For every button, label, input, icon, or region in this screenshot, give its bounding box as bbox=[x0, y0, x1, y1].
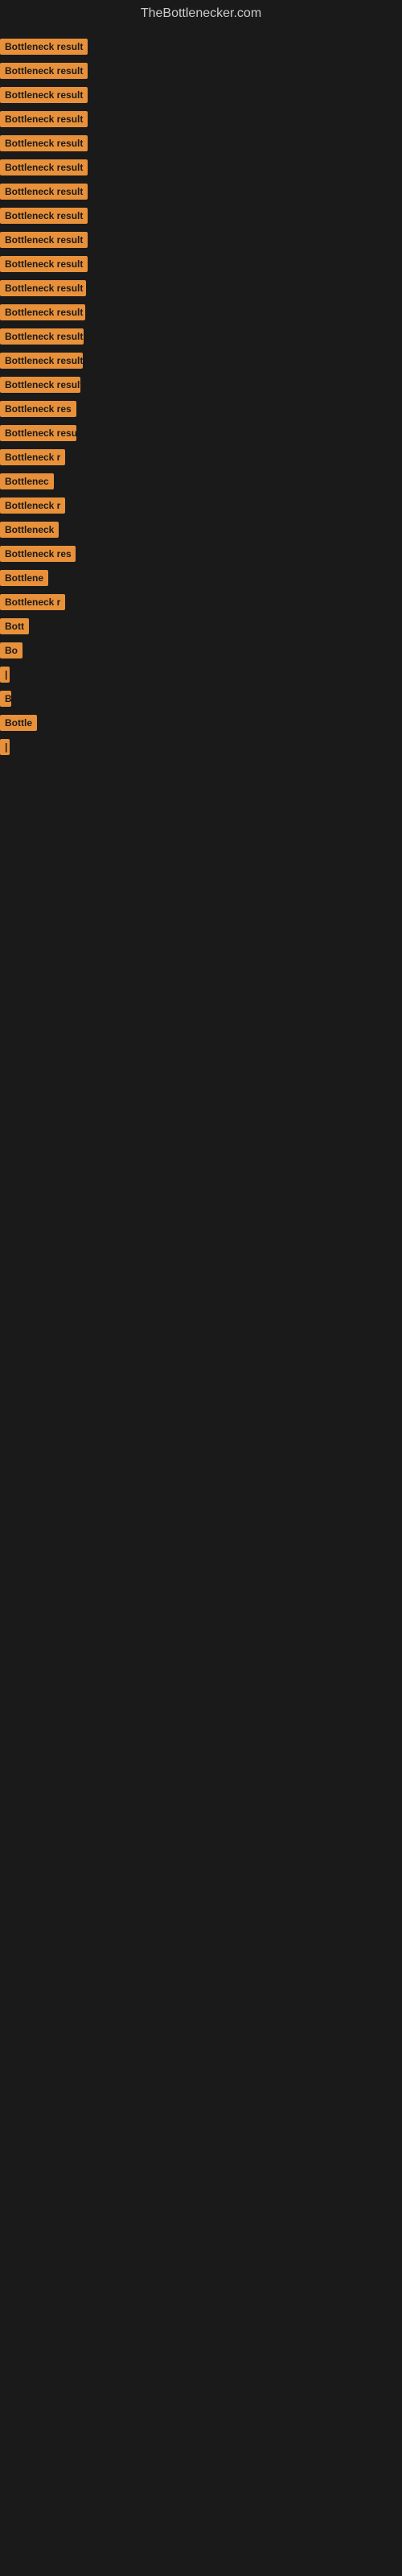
list-item: | bbox=[0, 663, 402, 686]
items-container: Bottleneck result Bottleneck result Bottle… bbox=[0, 27, 402, 768]
bottleneck-badge[interactable]: Bottleneck result bbox=[0, 184, 88, 200]
bottleneck-badge[interactable]: Bo bbox=[0, 642, 23, 658]
bottleneck-badge[interactable]: B bbox=[0, 691, 11, 707]
list-item: Bottleneck result bbox=[0, 229, 402, 251]
list-item: Bottleneck bbox=[0, 518, 402, 541]
bottleneck-badge[interactable]: Bottleneck result bbox=[0, 63, 88, 79]
list-item: Bottlenec bbox=[0, 470, 402, 493]
list-item: Bottlene bbox=[0, 567, 402, 589]
bottleneck-badge[interactable]: Bottleneck bbox=[0, 522, 59, 538]
bottleneck-badge[interactable]: Bottleneck result bbox=[0, 111, 88, 127]
site-title: TheBottlenecker.com bbox=[0, 0, 402, 27]
bottleneck-badge[interactable]: Bottleneck result bbox=[0, 304, 85, 320]
bottleneck-badge[interactable]: Bottleneck result bbox=[0, 208, 88, 224]
list-item: Bottleneck result bbox=[0, 180, 402, 203]
bottleneck-badge[interactable]: Bottleneck result bbox=[0, 280, 86, 296]
list-item: Bo bbox=[0, 639, 402, 662]
bottleneck-badge[interactable]: | bbox=[0, 667, 10, 683]
bottleneck-badge[interactable]: Bottleneck r bbox=[0, 449, 65, 465]
list-item: Bottleneck r bbox=[0, 591, 402, 613]
bottleneck-badge[interactable]: Bottleneck result bbox=[0, 353, 83, 369]
bottleneck-badge[interactable]: Bottleneck result bbox=[0, 39, 88, 55]
list-item: Bottleneck result bbox=[0, 277, 402, 299]
list-item: Bottleneck result bbox=[0, 422, 402, 444]
list-item: Bottleneck res bbox=[0, 398, 402, 420]
list-item: Bottleneck result bbox=[0, 156, 402, 179]
bottleneck-badge[interactable]: Bottlenec bbox=[0, 473, 54, 489]
list-item: Bottleneck res bbox=[0, 543, 402, 565]
list-item: Bottleneck result bbox=[0, 301, 402, 324]
bottleneck-badge[interactable]: Bottleneck result bbox=[0, 328, 84, 345]
bottleneck-badge[interactable]: Bott bbox=[0, 618, 29, 634]
list-item: Bottleneck result bbox=[0, 349, 402, 372]
bottleneck-badge[interactable]: Bottleneck result bbox=[0, 377, 80, 393]
list-item: Bottleneck r bbox=[0, 494, 402, 517]
list-item: Bottleneck result bbox=[0, 253, 402, 275]
bottleneck-badge[interactable]: Bottle bbox=[0, 715, 37, 731]
bottleneck-badge[interactable]: Bottleneck res bbox=[0, 401, 76, 417]
bottleneck-badge[interactable]: | bbox=[0, 739, 10, 755]
list-item: Bottleneck result bbox=[0, 204, 402, 227]
list-item: Bottleneck result bbox=[0, 325, 402, 348]
bottleneck-badge[interactable]: Bottleneck result bbox=[0, 256, 88, 272]
bottleneck-badge[interactable]: Bottleneck res bbox=[0, 546, 76, 562]
bottleneck-badge[interactable]: Bottleneck r bbox=[0, 594, 65, 610]
list-item: Bott bbox=[0, 615, 402, 638]
bottleneck-badge[interactable]: Bottleneck result bbox=[0, 135, 88, 151]
list-item: | bbox=[0, 736, 402, 758]
bottleneck-badge[interactable]: Bottleneck result bbox=[0, 425, 76, 441]
bottleneck-badge[interactable]: Bottlene bbox=[0, 570, 48, 586]
list-item: Bottleneck result bbox=[0, 132, 402, 155]
bottleneck-badge[interactable]: Bottleneck result bbox=[0, 232, 88, 248]
list-item: Bottleneck result bbox=[0, 374, 402, 396]
list-item: Bottleneck result bbox=[0, 108, 402, 130]
bottleneck-badge[interactable]: Bottleneck result bbox=[0, 87, 88, 103]
list-item: Bottle bbox=[0, 712, 402, 734]
bottleneck-badge[interactable]: Bottleneck r bbox=[0, 497, 65, 514]
bottleneck-badge[interactable]: Bottleneck result bbox=[0, 159, 88, 175]
list-item: Bottleneck result bbox=[0, 35, 402, 58]
list-item: Bottleneck result bbox=[0, 60, 402, 82]
list-item: Bottleneck result bbox=[0, 84, 402, 106]
list-item: B bbox=[0, 687, 402, 710]
list-item: Bottleneck r bbox=[0, 446, 402, 469]
